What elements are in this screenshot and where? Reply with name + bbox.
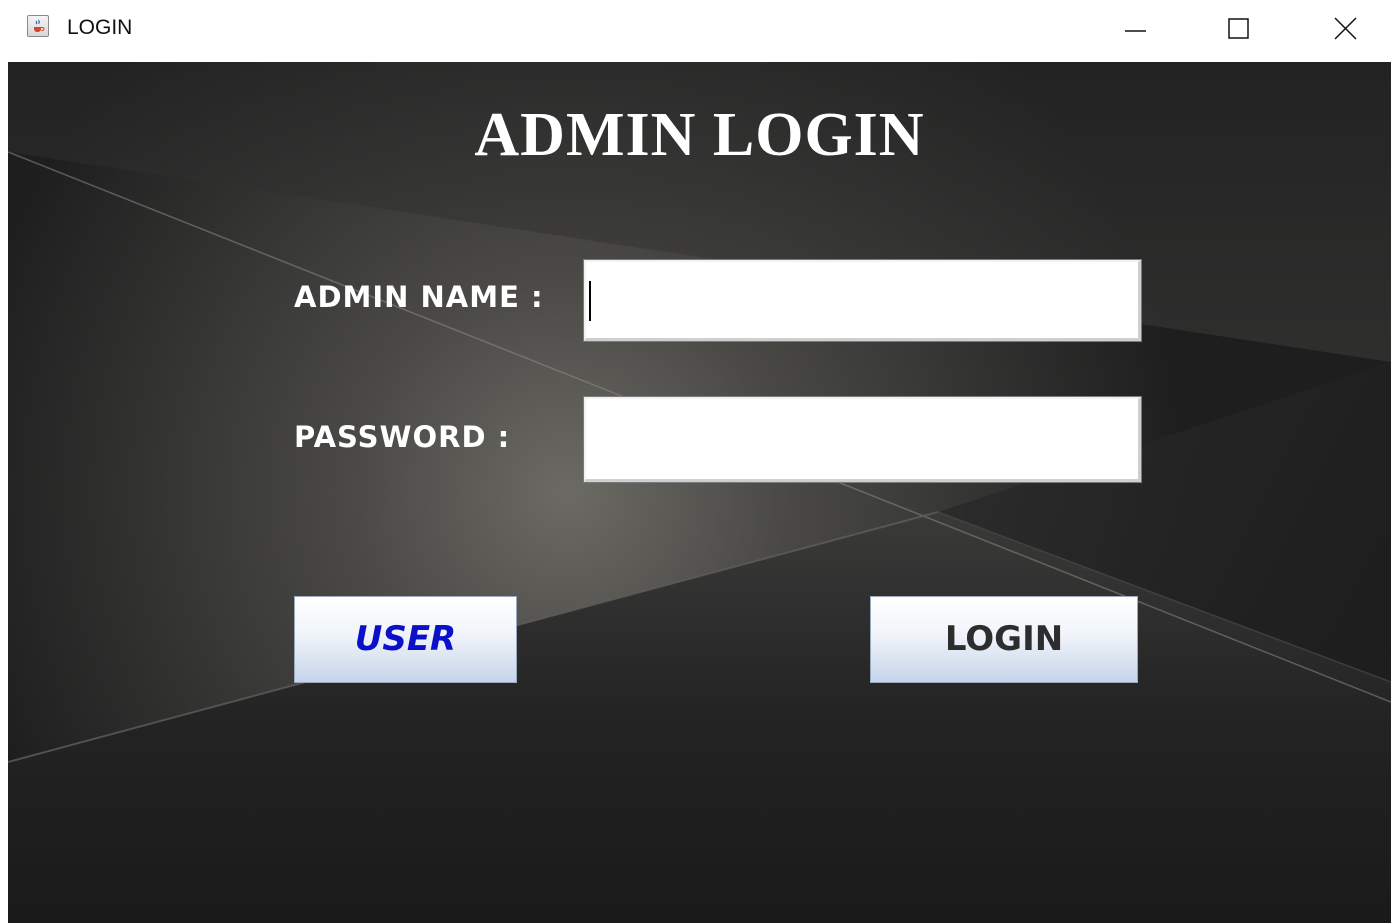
maximize-button[interactable] (1204, 0, 1274, 58)
page-title: ADMIN LOGIN (474, 101, 925, 169)
java-cup-icon (27, 15, 49, 37)
text-caret (589, 281, 591, 321)
title-bar[interactable]: LOGIN (0, 0, 1395, 62)
password-field[interactable] (583, 396, 1142, 483)
close-button[interactable] (1310, 0, 1380, 58)
password-label: PASSWORD : (294, 420, 511, 454)
window-title: LOGIN (67, 16, 133, 39)
login-button[interactable]: LOGIN (870, 596, 1138, 683)
minimize-button[interactable] (1100, 0, 1170, 58)
login-window: LOGIN ADMIN LOGIN ADMIN NAME: PASSWORD … (0, 0, 1395, 923)
admin-name-field[interactable] (583, 259, 1142, 342)
user-button[interactable]: USER (294, 596, 517, 683)
login-panel: ADMIN LOGIN ADMIN NAME : PASSWORD : USER… (8, 62, 1391, 923)
admin-name-label: ADMIN NAME : (294, 280, 544, 314)
maximize-icon (1228, 18, 1249, 39)
background-image (8, 62, 1391, 923)
minimize-icon (1125, 30, 1146, 32)
close-icon (1334, 17, 1357, 40)
